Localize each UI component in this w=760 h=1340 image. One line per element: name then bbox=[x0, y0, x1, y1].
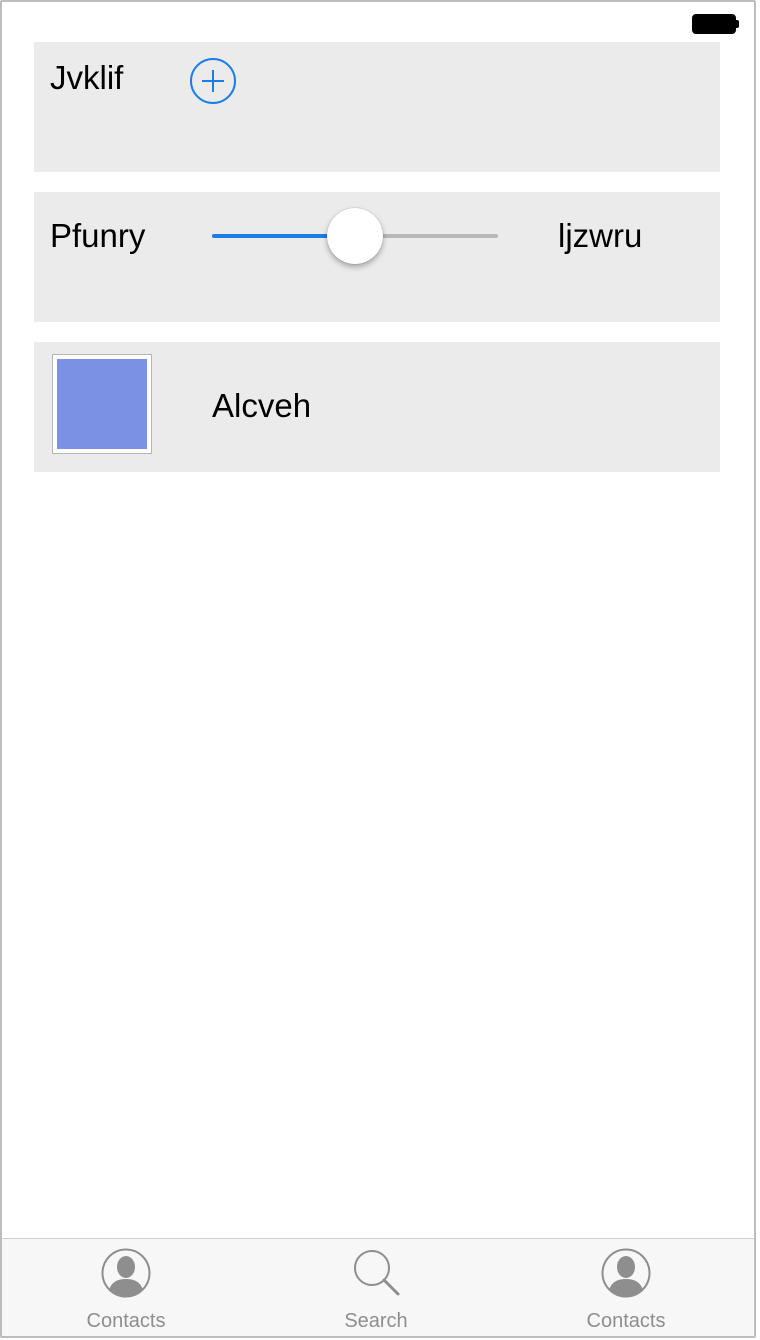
color-swatch[interactable] bbox=[52, 354, 152, 454]
battery-icon bbox=[692, 14, 739, 34]
color-swatch-fill bbox=[57, 359, 147, 449]
search-icon bbox=[354, 1250, 400, 1296]
tab-contacts-2-label: Contacts bbox=[586, 1310, 666, 1332]
contact-icon bbox=[601, 1248, 651, 1298]
card-slider: Pfunry ljzwru bbox=[34, 192, 720, 322]
tab-search-label: Search bbox=[344, 1310, 408, 1332]
contact-icon bbox=[101, 1248, 151, 1298]
card-add-label: Jvklif bbox=[50, 59, 124, 96]
slider-thumb[interactable] bbox=[327, 208, 383, 264]
slider-left-label: Pfunry bbox=[50, 217, 146, 254]
tab-contacts-1-label: Contacts bbox=[86, 1310, 166, 1332]
app-window: Jvklif Pfunry ljzwru Alcveh Contacts Sea… bbox=[0, 0, 756, 1338]
slider-right-label: ljzwru bbox=[558, 217, 643, 254]
slider[interactable] bbox=[212, 208, 498, 264]
tab-bar: Contacts Search Contacts bbox=[2, 1238, 754, 1336]
tab-search[interactable]: Search bbox=[276, 1239, 476, 1336]
card-add: Jvklif bbox=[34, 42, 720, 172]
tab-contacts-2[interactable]: Contacts bbox=[526, 1239, 726, 1336]
card-color: Alcveh bbox=[34, 342, 720, 472]
plus-circle-icon[interactable] bbox=[190, 58, 236, 104]
card-color-label: Alcveh bbox=[212, 387, 312, 424]
tab-contacts-1[interactable]: Contacts bbox=[26, 1239, 226, 1336]
